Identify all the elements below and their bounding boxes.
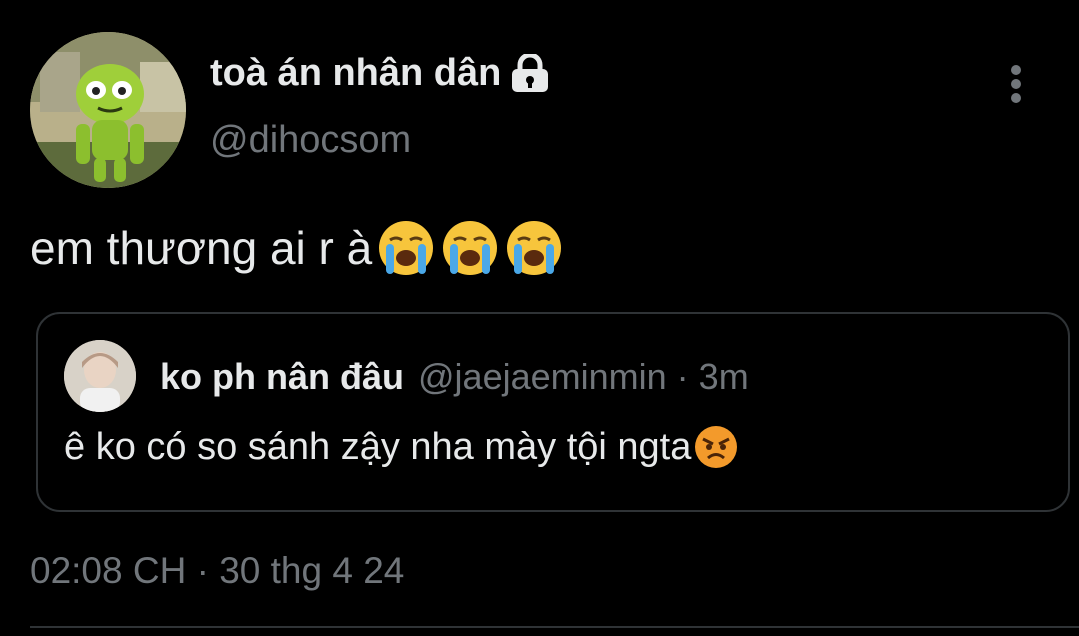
author-display-name[interactable]: toà án nhân dân xyxy=(210,52,501,95)
quoted-tweet-text: ê ko có so sánh zậy nha mày tội ngta xyxy=(64,425,692,468)
quoted-author-avatar[interactable] xyxy=(64,340,136,412)
quoted-author-display-name[interactable]: ko ph nân đâu xyxy=(160,356,404,397)
author-display-name-row[interactable]: toà án nhân dân xyxy=(210,52,551,95)
tweet-timestamp[interactable]: 02:08 CH · 30 thg 4 24 xyxy=(30,550,404,592)
tweet-text-row: em thương ai r à xyxy=(30,218,564,278)
tweet-text: em thương ai r à xyxy=(30,222,373,274)
tweet-container: toà án nhân dân @dihocsom em thương ai r… xyxy=(0,0,1079,636)
quoted-tweet-header: ko ph nân đâu @jaejaeminmin · 3m xyxy=(160,356,749,398)
lock-icon xyxy=(512,53,549,92)
loudly-crying-face-icon xyxy=(507,221,562,275)
quoted-header-separator: · xyxy=(666,356,699,397)
loudly-crying-face-icon xyxy=(443,221,498,275)
author-handle[interactable]: @dihocsom xyxy=(210,119,411,162)
loudly-crying-face-icon xyxy=(379,221,434,275)
more-vertical-icon[interactable] xyxy=(1000,60,1032,108)
quoted-author-avatar-image xyxy=(64,340,136,412)
green-character-avatar-image xyxy=(30,32,186,188)
divider xyxy=(30,626,1079,628)
author-avatar[interactable] xyxy=(30,32,186,188)
quoted-tweet-time[interactable]: 3m xyxy=(699,356,749,397)
angry-face-icon xyxy=(695,426,738,468)
quoted-author-handle[interactable]: @jaejaeminmin xyxy=(418,356,667,397)
quoted-tweet[interactable]: ko ph nân đâu @jaejaeminmin · 3m ê ko có … xyxy=(36,312,1070,512)
quoted-tweet-text-row: ê ko có so sánh zậy nha mày tội ngta xyxy=(64,424,739,470)
